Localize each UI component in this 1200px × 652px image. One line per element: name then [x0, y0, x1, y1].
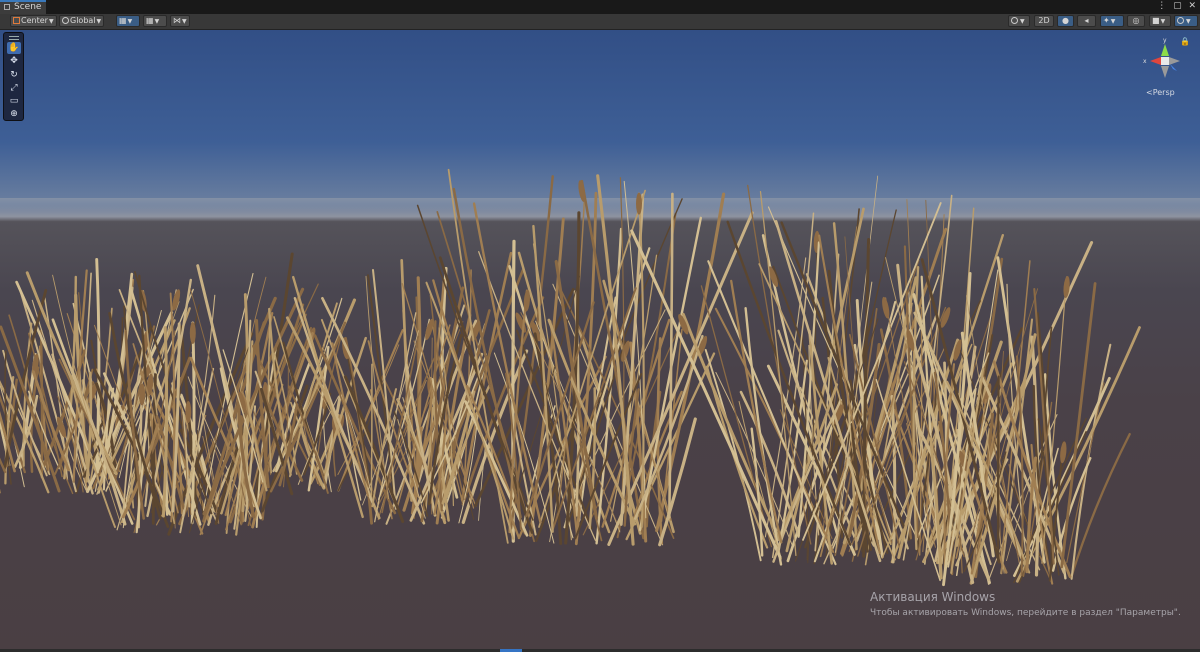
scene-toolbar: Center▼ Global▼ ▦▼ ▦▼ ⋈▼ ▼ 2D ● ◂ ✦▼ ◎ ■… — [0, 14, 1200, 30]
perspective-icon: < — [1146, 88, 1153, 97]
increment-snap-button[interactable]: ⋈▼ — [170, 15, 190, 27]
hand-tool-button[interactable]: ✋ — [7, 42, 21, 54]
move-arrows-icon: ✥ — [10, 56, 18, 66]
x-axis-label: x — [1143, 58, 1147, 65]
pivot-space-dropdown[interactable]: Global▼ — [59, 15, 104, 27]
scene-window: Scene ⋮ ▢ ✕ Center▼ Global▼ ▦▼ ▦▼ ⋈▼ ▼ 2… — [0, 0, 1200, 652]
tool-palette: ✋ ✥ ↻ ⤢ ▭ ⊕ — [3, 32, 24, 121]
maximize-icon[interactable]: ▢ — [1173, 1, 1182, 11]
chevron-down-icon: ▼ — [1020, 18, 1025, 25]
chevron-down-icon: ▼ — [154, 18, 160, 25]
seed-head — [189, 322, 196, 344]
tab-scene[interactable]: Scene — [0, 0, 46, 14]
pivot-space-label: Global — [70, 16, 96, 25]
grid-visibility-button[interactable]: ▦▼ — [116, 15, 140, 27]
seed-head — [636, 192, 642, 215]
rect-icon: ▭ — [9, 96, 19, 106]
grass-render — [0, 168, 1200, 587]
close-icon[interactable]: ✕ — [1188, 1, 1196, 11]
gizmos-icon — [1177, 17, 1184, 24]
seed-head — [185, 401, 192, 423]
increment-snap-icon: ⋈ — [173, 16, 181, 25]
seed-head — [1063, 276, 1070, 298]
toggle-2d-button[interactable]: 2D — [1034, 15, 1054, 27]
chevron-down-icon: ▼ — [48, 18, 54, 25]
scene-icon — [4, 4, 10, 10]
eye-crossed-icon: ◎ — [1132, 16, 1140, 25]
toggle-2d-label: 2D — [1038, 16, 1050, 25]
transform-icon: ⊕ — [10, 109, 18, 119]
gizmos-dropdown[interactable]: ▼ — [1174, 15, 1198, 27]
seed-head — [882, 296, 890, 319]
tab-scene-label: Scene — [14, 2, 42, 12]
chevron-down-icon: ▼ — [1186, 18, 1191, 25]
pivot-icon — [13, 17, 20, 24]
y-axis-label: y — [1163, 37, 1167, 44]
globe-icon — [62, 17, 69, 24]
effects-toggle[interactable]: ✦▼ — [1100, 15, 1124, 27]
projection-label: Persp — [1152, 88, 1175, 97]
z-axis-cone[interactable] — [1170, 64, 1177, 71]
scene-visibility-toggle[interactable]: ◎ — [1127, 15, 1145, 27]
tab-bar: Scene ⋮ ▢ ✕ — [0, 0, 1200, 14]
pivot-mode-dropdown[interactable]: Center▼ — [10, 15, 57, 27]
chevron-down-icon: ▼ — [1160, 18, 1166, 25]
effects-icon: ✦ — [1103, 16, 1110, 25]
scale-icon: ⤢ — [10, 83, 18, 93]
transform-tool-button[interactable]: ⊕ — [7, 108, 21, 120]
audio-icon: ◂ — [1084, 16, 1089, 25]
windows-activation-title: Активация Windows — [870, 590, 996, 604]
chevron-down-icon: ▼ — [127, 18, 133, 25]
x-axis-cone[interactable] — [1150, 57, 1161, 65]
neg-y-axis-cone[interactable] — [1161, 66, 1169, 78]
snap-grid-icon: ▦ — [146, 16, 154, 25]
grid-icon: ▦ — [119, 16, 127, 25]
window-controls: ⋮ ▢ ✕ — [1153, 1, 1196, 12]
move-tool-button[interactable]: ✥ — [7, 55, 21, 67]
chevron-down-icon: ▼ — [96, 18, 102, 25]
hand-icon: ✋ — [8, 43, 20, 53]
shading-mode-icon — [1011, 17, 1018, 24]
lighting-toggle[interactable]: ● — [1057, 15, 1074, 27]
scale-tool-button[interactable]: ⤢ — [7, 82, 21, 94]
palette-grip[interactable] — [9, 36, 19, 40]
scene-viewport[interactable] — [0, 30, 1200, 652]
chevron-down-icon: ▼ — [182, 18, 187, 25]
lightbulb-icon: ● — [1062, 16, 1069, 25]
windows-activation-subtitle: Чтобы активировать Windows, перейдите в … — [870, 608, 1181, 618]
camera-settings-dropdown[interactable]: ■▼ — [1149, 15, 1171, 27]
audio-toggle[interactable]: ◂ — [1077, 15, 1096, 27]
draw-mode-dropdown[interactable]: ▼ — [1008, 15, 1030, 27]
rotate-tool-button[interactable]: ↻ — [7, 69, 21, 81]
neg-x-axis-cone[interactable] — [1169, 57, 1180, 65]
chevron-down-icon: ▼ — [1110, 18, 1116, 25]
pivot-mode-label: Center — [21, 16, 48, 25]
rotate-icon: ↻ — [10, 70, 18, 80]
y-axis-cone[interactable] — [1161, 44, 1169, 56]
gizmo-center-cube[interactable] — [1161, 57, 1169, 65]
camera-icon: ■ — [1152, 16, 1160, 25]
lock-icon[interactable]: 🔒 — [1180, 37, 1190, 46]
grid-snapping-button[interactable]: ▦▼ — [143, 15, 167, 27]
projection-toggle[interactable]: <Persp — [1146, 88, 1175, 97]
rect-tool-button[interactable]: ▭ — [7, 95, 21, 107]
more-options-icon[interactable]: ⋮ — [1157, 1, 1166, 11]
